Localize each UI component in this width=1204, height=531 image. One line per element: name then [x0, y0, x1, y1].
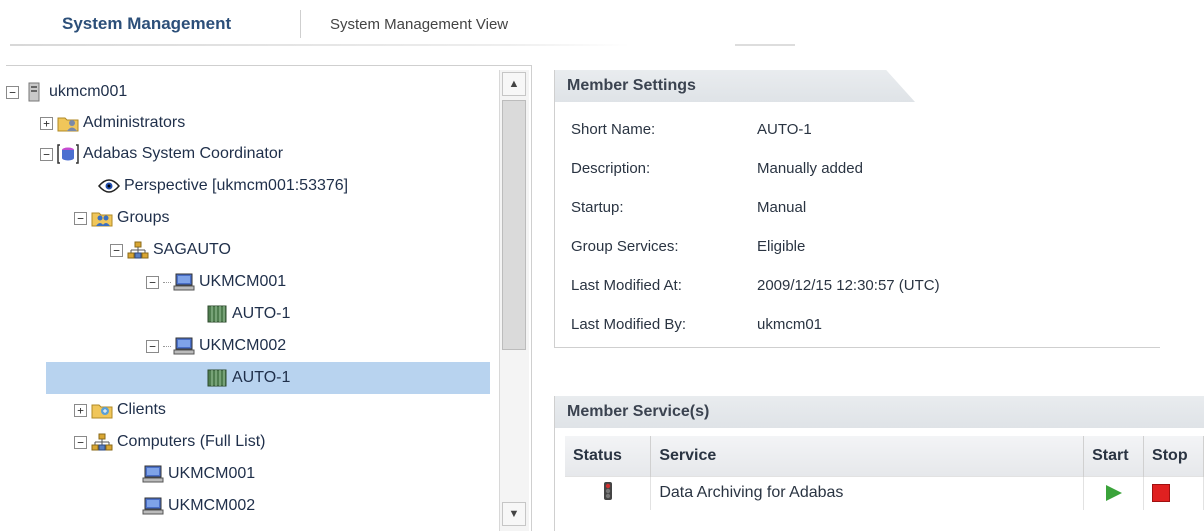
expand-icon[interactable]: + [40, 116, 53, 130]
tab-bar: System Management System Management View [0, 0, 1204, 52]
tree-node-label: Adabas System Coordinator [83, 145, 284, 162]
tab-system-management[interactable]: System Management [62, 14, 231, 34]
setting-label: Last Modified By: [571, 315, 687, 333]
tree-node-label: AUTO-1 [232, 369, 291, 386]
coordinator-icon [57, 144, 79, 164]
tree-scrollbar[interactable]: ▲ ▼ [499, 70, 529, 531]
tree-node-computer-2[interactable]: UKMCM002 [142, 490, 255, 522]
scroll-thumb[interactable] [502, 100, 526, 350]
groups-folder-icon [91, 208, 113, 228]
column-header-service[interactable]: Service [650, 436, 1085, 476]
tab-divider [300, 10, 301, 38]
collapse-icon[interactable]: − [146, 339, 159, 353]
eye-icon [98, 176, 120, 196]
computer-icon [142, 496, 164, 516]
tree-node-clients[interactable]: + Clients [74, 394, 166, 426]
tree-node-label: UKMCM001 [168, 465, 256, 482]
tab-underline [10, 44, 630, 46]
stop-square-icon[interactable] [1152, 484, 1171, 503]
computers-network-icon [91, 432, 113, 452]
computer-icon [173, 272, 195, 292]
tree-node-label: UKMCM001 [199, 273, 287, 290]
setting-value: Manually added [757, 159, 863, 177]
tree-node-label: ukmcm001 [49, 83, 128, 100]
status-cell [565, 475, 652, 510]
member-settings-header: Member Settings [555, 70, 915, 102]
member-services-header: Member Service(s) [555, 396, 1204, 428]
setting-label: Last Modified At: [571, 276, 682, 294]
member-grid-icon [206, 368, 228, 388]
setting-label: Startup: [571, 198, 624, 216]
table-row[interactable]: Data Archiving for Adabas [565, 475, 1204, 510]
stop-cell [1143, 475, 1204, 510]
collapse-icon[interactable]: − [74, 435, 87, 449]
tree-node-perspective[interactable]: Perspective [ukmcm001:53376] [98, 170, 348, 202]
group-network-icon [127, 240, 149, 260]
setting-row-last-modified-by: Last Modified By: ukmcm01 [571, 311, 822, 337]
setting-label: Group Services: [571, 237, 679, 255]
setting-value: Eligible [757, 237, 806, 255]
setting-value: ukmcm01 [757, 315, 823, 333]
setting-value: Manual [757, 198, 807, 216]
tree-node-label: Administrators [83, 114, 186, 131]
tab-system-management-view[interactable]: System Management View [330, 16, 508, 33]
setting-row-description: Description: Manually added [571, 155, 863, 181]
member-settings-panel: Member Settings Short Name: AUTO-1 Descr… [554, 70, 1160, 348]
start-cell [1083, 475, 1145, 510]
tree-node-host-2-member[interactable]: AUTO-1 [46, 362, 490, 394]
services-table: Status Service Start Stop Data Archiving… [565, 436, 1204, 510]
computer-icon [173, 336, 195, 356]
traffic-light-icon [603, 481, 613, 506]
computer-icon [142, 464, 164, 484]
setting-value: AUTO-1 [757, 120, 812, 138]
setting-label: Description: [571, 159, 651, 177]
member-grid-icon [206, 304, 228, 324]
tree-node-label: UKMCM002 [199, 337, 287, 354]
tree-node-label: Groups [117, 209, 170, 226]
tree-node-host-1-member[interactable]: AUTO-1 [206, 298, 290, 330]
start-play-icon[interactable] [1105, 485, 1122, 502]
setting-row-last-modified-at: Last Modified At: 2009/12/15 12:30:57 (U… [571, 272, 940, 298]
column-header-status[interactable]: Status [565, 436, 652, 476]
setting-row-startup: Startup: Manual [571, 194, 806, 220]
column-header-stop[interactable]: Stop [1143, 436, 1204, 476]
setting-row-short-name: Short Name: AUTO-1 [571, 116, 812, 142]
setting-label: Short Name: [571, 120, 656, 138]
tree-node-label: Perspective [ukmcm001:53376] [124, 177, 349, 194]
tab-underline-fragment [735, 44, 795, 46]
collapse-icon[interactable]: − [146, 275, 159, 289]
tree-node-groups[interactable]: − Groups [74, 202, 169, 234]
collapse-icon[interactable]: − [74, 211, 87, 225]
setting-value: 2009/12/15 12:30:57 (UTC) [757, 276, 940, 294]
tree-node-label: SAGAUTO [153, 241, 231, 258]
tree-node-label: AUTO-1 [232, 305, 291, 322]
collapse-icon[interactable]: − [40, 147, 53, 161]
tree-node-label: UKMCM002 [168, 497, 256, 514]
setting-row-group-services: Group Services: Eligible [571, 233, 805, 259]
tree-node-label: Computers (Full List) [117, 433, 266, 450]
tree-node-coordinator[interactable]: − Adabas System Coordinator [40, 138, 283, 170]
collapse-icon[interactable]: − [6, 85, 19, 99]
column-header-start[interactable]: Start [1083, 436, 1145, 476]
tree-node-computers[interactable]: − Computers (Full List) [74, 426, 265, 458]
table-header-row: Status Service Start Stop [565, 436, 1204, 476]
clients-folder-icon [91, 400, 113, 420]
administrators-folder-icon [57, 113, 79, 133]
tree-node-administrators[interactable]: + Administrators [40, 107, 185, 139]
scroll-down-arrow-icon[interactable]: ▼ [502, 502, 526, 526]
tree-node-computer-1[interactable]: UKMCM001 [142, 458, 255, 490]
server-icon [23, 82, 45, 102]
tree-node-host-1[interactable]: − UKMCM001 [146, 266, 286, 298]
scroll-up-arrow-icon[interactable]: ▲ [502, 72, 526, 96]
tree-node-root[interactable]: − ukmcm001 [6, 76, 127, 108]
navigation-tree: − ukmcm001 + Administrators − Adabas Sys… [6, 65, 532, 531]
collapse-icon[interactable]: − [110, 243, 123, 257]
tree-node-label: Clients [117, 401, 166, 418]
tree-node-host-2[interactable]: − UKMCM002 [146, 330, 286, 362]
service-name-cell: Data Archiving for Adabas [650, 475, 1085, 510]
tree-node-sagauto[interactable]: − SAGAUTO [110, 234, 231, 266]
member-services-panel: Member Service(s) Status Service Start S… [554, 396, 1204, 531]
expand-icon[interactable]: + [74, 403, 87, 417]
